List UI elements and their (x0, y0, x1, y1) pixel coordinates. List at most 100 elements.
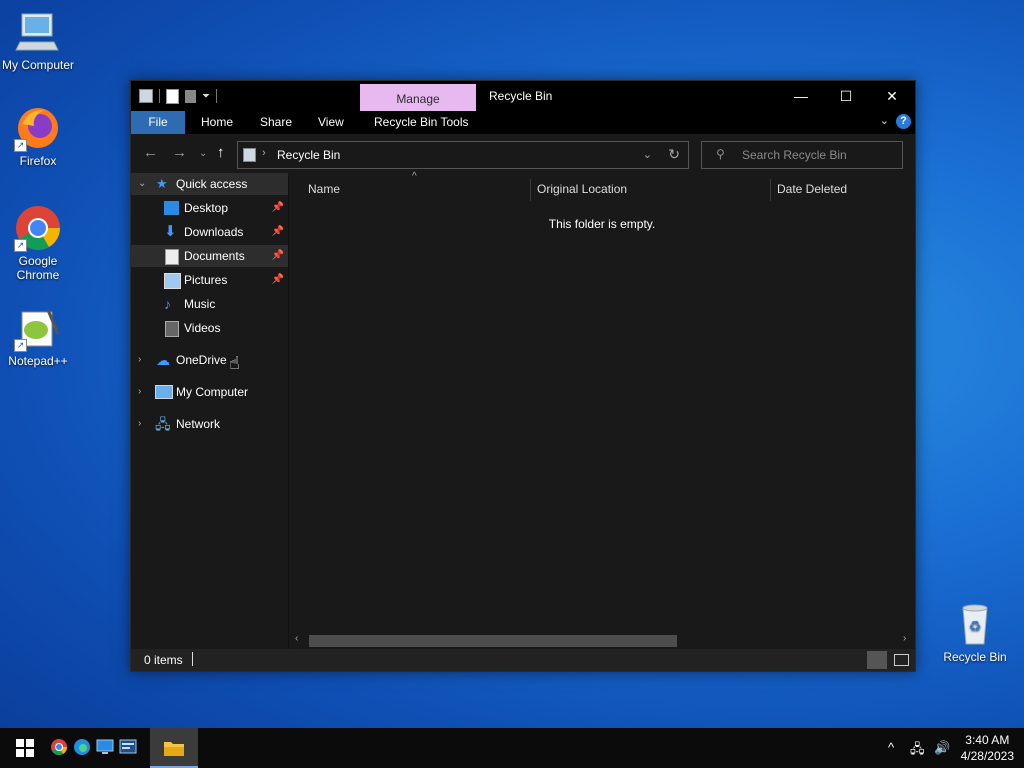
column-header-name[interactable]: Name (308, 175, 340, 203)
recycle-bin-small-icon (139, 89, 153, 103)
address-bar[interactable]: › Recycle Bin ⌄ ↻ (237, 141, 689, 169)
ribbon-tabs: File Home Share View Recycle Bin Tools ⌄… (131, 111, 915, 134)
address-text: Recycle Bin (277, 148, 341, 162)
scroll-right-icon[interactable]: › (903, 633, 906, 644)
desktop-icon-label: Recycle Bin (943, 650, 1007, 664)
refresh-icon[interactable]: ↻ (668, 146, 680, 163)
nav-my-computer[interactable]: › My Computer (131, 381, 288, 403)
network-tray-icon[interactable]: 🖧 (910, 740, 925, 762)
up-arrow-icon[interactable]: ↑ (217, 144, 225, 161)
system-clock[interactable]: 3:40 AM 4/28/2023 (961, 732, 1014, 764)
nav-label: Desktop (184, 201, 229, 215)
help-icon[interactable]: ? (896, 114, 911, 129)
back-arrow-icon[interactable]: ← (143, 144, 158, 161)
cloud-icon: ☁ (156, 352, 170, 368)
nav-music[interactable]: ♪ Music (131, 293, 288, 315)
pin-icon: 📌 (271, 250, 284, 261)
nav-label: Music (184, 297, 216, 311)
title-bar[interactable]: ⏷ Manage Recycle Bin — ☐ ✕ (131, 81, 915, 111)
nav-pictures[interactable]: Pictures 📌 (131, 269, 288, 291)
desktop-icon-my-computer[interactable]: My Computer (0, 8, 76, 72)
tab-home[interactable]: Home (201, 111, 233, 134)
server-manager-taskbar-icon[interactable] (119, 739, 139, 759)
download-arrow-icon: ⬇ (164, 223, 177, 240)
music-note-icon: ♪ (164, 296, 171, 312)
properties-icon[interactable] (166, 88, 179, 104)
tab-share[interactable]: Share (260, 111, 292, 134)
tab-view[interactable]: View (318, 111, 344, 134)
minimize-button[interactable]: — (778, 81, 824, 111)
nav-label: Pictures (184, 273, 228, 287)
horizontal-scrollbar[interactable]: ‹ › (289, 631, 915, 647)
desktop-icon-label: Google Chrome (16, 254, 60, 282)
desktop-icon-recycle-bin[interactable]: ♻ Recycle Bin (937, 600, 1013, 664)
maximize-button[interactable]: ☐ (823, 81, 869, 111)
clock-time: 3:40 AM (965, 733, 1010, 747)
file-explorer-taskbar-button[interactable] (150, 728, 198, 768)
forward-arrow-icon[interactable]: → (172, 144, 187, 161)
nav-quick-access[interactable]: ⌄ ★ Quick access (131, 173, 288, 195)
chrome-taskbar-icon[interactable] (50, 738, 70, 758)
address-dropdown-chevron-icon[interactable]: ⌄ (643, 148, 652, 161)
sort-ascending-icon: ^ (412, 171, 417, 182)
close-button[interactable]: ✕ (869, 81, 915, 111)
volume-tray-icon[interactable]: 🔊 (934, 740, 950, 756)
navigation-bar: ← → ⌄ ↑ › Recycle Bin ⌄ ↻ ⚲ Search Recyc… (131, 134, 915, 175)
quick-access-toolbar: ⏷ (139, 88, 217, 104)
scroll-left-icon[interactable]: ‹ (295, 633, 298, 644)
status-separator (192, 652, 193, 666)
nav-videos[interactable]: Videos (131, 317, 288, 339)
large-icons-view-button[interactable] (891, 651, 911, 669)
column-separator[interactable] (770, 179, 771, 201)
tab-file[interactable]: File (131, 111, 185, 134)
search-box[interactable]: ⚲ Search Recycle Bin (701, 141, 903, 169)
desktop-icon-label: Notepad++ (8, 354, 68, 368)
taskbar: ^ 🖧 🔊 3:40 AM 4/28/2023 (0, 728, 1024, 768)
desktop-icon-google-chrome[interactable]: ↗ Google Chrome (0, 204, 76, 282)
shortcut-arrow-icon: ↗ (14, 339, 27, 352)
nav-documents[interactable]: Documents 📌 (131, 245, 288, 267)
pin-icon: 📌 (271, 202, 284, 213)
explorer-window: ⏷ Manage Recycle Bin — ☐ ✕ File Home Sha… (130, 80, 916, 672)
manage-tab[interactable]: Manage (360, 84, 476, 111)
edge-taskbar-icon[interactable] (73, 738, 93, 758)
scrollbar-thumb[interactable] (309, 635, 677, 647)
column-header-date-deleted[interactable]: Date Deleted (777, 175, 847, 203)
search-placeholder: Search Recycle Bin (742, 148, 847, 162)
desktop-icon-firefox[interactable]: ↗ Firefox (0, 104, 76, 168)
desktop-icon-label: Firefox (19, 154, 57, 168)
details-view-button[interactable] (867, 651, 887, 669)
collapse-chevron-icon[interactable]: › (138, 413, 141, 435)
show-hidden-icons-chevron-icon[interactable]: ^ (888, 740, 894, 755)
collapse-chevron-icon[interactable]: › (138, 381, 141, 403)
chrome-icon: ↗ (14, 204, 62, 252)
windows-start-icon[interactable] (16, 739, 36, 759)
nav-onedrive[interactable]: › ☁ OneDrive (131, 349, 288, 371)
nav-downloads[interactable]: ⬇ Downloads 📌 (131, 221, 288, 243)
notepad-plus-plus-icon: ↗ (14, 304, 62, 352)
remote-desktop-taskbar-icon[interactable] (96, 739, 116, 759)
recycle-bin-small-icon (243, 148, 256, 162)
nav-label: Documents (184, 249, 245, 263)
large-icons-icon (894, 654, 909, 666)
desktop-folder-icon (164, 201, 179, 215)
nav-desktop[interactable]: Desktop 📌 (131, 197, 288, 219)
desktop-icon-notepad-plus-plus[interactable]: ↗ Notepad++ (0, 304, 76, 368)
nav-label: Videos (184, 321, 221, 335)
column-header-original-location[interactable]: Original Location (537, 175, 627, 203)
breadcrumb-chevron-icon[interactable]: › (262, 147, 266, 159)
network-icon: 🖧 (155, 416, 171, 432)
expand-ribbon-chevron-icon[interactable]: ⌄ (880, 114, 889, 127)
search-icon: ⚲ (716, 147, 725, 161)
customize-toolbar-chevron-icon[interactable]: ⏷ (202, 91, 210, 102)
tab-recycle-bin-tools[interactable]: Recycle Bin Tools (374, 111, 469, 134)
column-separator[interactable] (530, 179, 531, 201)
separator-icon (159, 89, 160, 103)
collapse-chevron-icon[interactable]: › (138, 349, 141, 371)
expand-chevron-icon[interactable]: ⌄ (138, 173, 146, 195)
nav-network[interactable]: › 🖧 Network (131, 413, 288, 435)
file-list-pane[interactable]: ^ Name Original Location Date Deleted Th… (289, 171, 915, 649)
recent-locations-chevron-icon[interactable]: ⌄ (199, 148, 207, 159)
new-folder-icon[interactable] (185, 89, 196, 103)
shortcut-arrow-icon: ↗ (14, 239, 27, 252)
